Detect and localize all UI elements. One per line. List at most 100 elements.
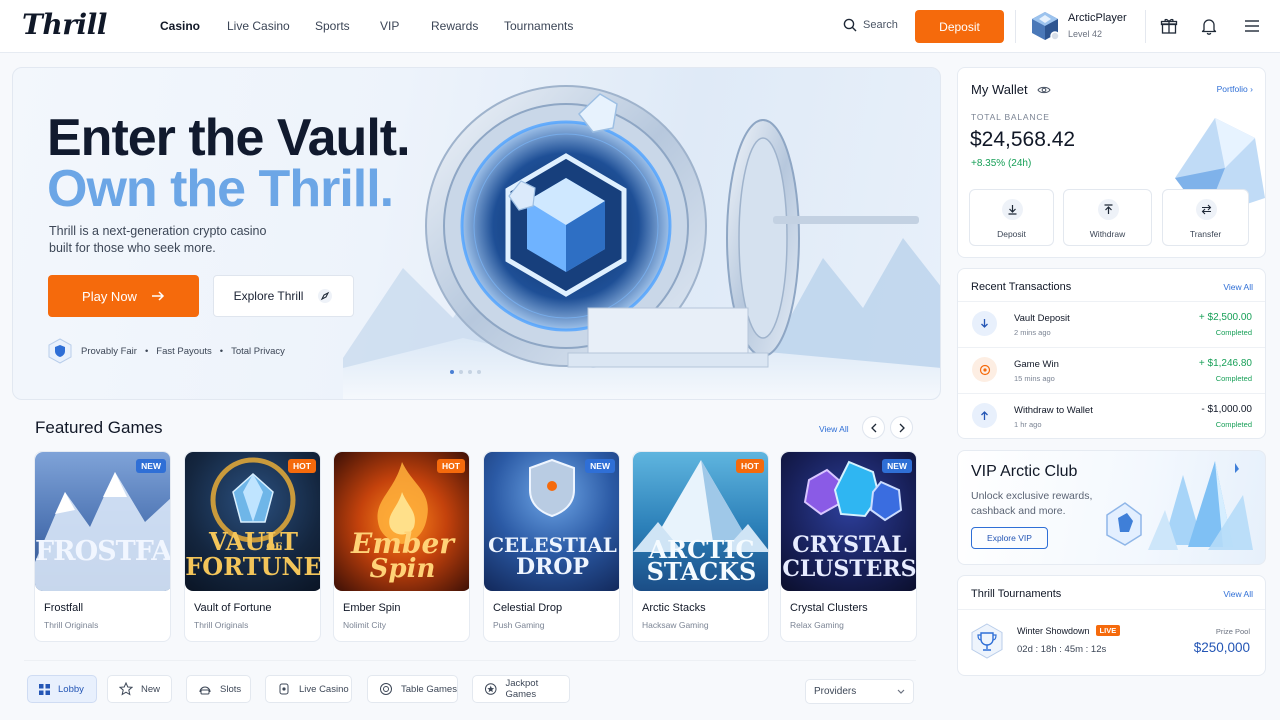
tab-table-games[interactable]: Table Games	[367, 675, 458, 703]
search-button[interactable]: Search	[843, 18, 898, 32]
game-name: Ember Spin	[343, 602, 401, 614]
trust-separator: •	[144, 345, 149, 357]
transaction-row[interactable]: Vault Deposit 2 mins ago + $2,500.00 Com…	[958, 301, 1265, 347]
live-casino-icon	[279, 683, 289, 695]
carousel-prev-button[interactable]	[862, 416, 885, 439]
game-art-subtitle: FORTUNE	[185, 552, 321, 581]
tab-new[interactable]: New	[107, 675, 172, 703]
tab-label: New	[141, 683, 161, 695]
transaction-name: Vault Deposit	[1014, 313, 1070, 324]
transaction-status: Completed	[1215, 328, 1252, 337]
top-header: Thrill Casino Live Casino Sports VIP Rew…	[0, 0, 1280, 53]
tournaments-view-all-link[interactable]: View All	[1223, 589, 1253, 599]
header-deposit-button[interactable]: Deposit	[915, 10, 1004, 43]
transactions-panel: Recent Transactions View All Vault Depos…	[957, 268, 1266, 439]
wallet-deposit-button[interactable]: Deposit	[969, 189, 1054, 246]
transaction-row[interactable]: Withdraw to Wallet 1 hr ago - $1,000.00 …	[958, 393, 1265, 438]
wallet-title: My Wallet	[971, 82, 1051, 97]
wallet-panel: My Wallet Portfolio › TOTAL BALANCE $24,…	[957, 67, 1266, 258]
carousel-dot[interactable]	[477, 370, 481, 374]
game-name: Celestial Drop	[493, 602, 563, 614]
search-label: Search	[863, 19, 898, 31]
vault-illustration	[343, 85, 940, 399]
chip-icon	[380, 683, 392, 695]
game-art-title: CRYSTAL	[792, 532, 907, 558]
transaction-name: Game Win	[1014, 359, 1059, 370]
jackpot-icon	[484, 683, 497, 695]
portfolio-link[interactable]: Portfolio ›	[1217, 84, 1253, 94]
download-icon	[1002, 199, 1023, 220]
nav-vip[interactable]: VIP	[380, 19, 399, 33]
tab-label: Table Games	[401, 683, 457, 695]
menu-icon[interactable]	[1243, 17, 1261, 35]
game-card-arctic-stacks[interactable]: ARCTIC STACKS HOT Arctic Stacks Hacksaw …	[632, 451, 769, 642]
game-card-vault-of-fortune[interactable]: VAULT OF FORTUNE HOT Vault of Fortune Th…	[184, 451, 321, 642]
game-provider: Hacksaw Gaming	[642, 620, 709, 630]
tab-lobby[interactable]: Lobby	[27, 675, 97, 703]
nav-casino[interactable]: Casino	[160, 19, 200, 33]
transaction-status: Completed	[1215, 374, 1252, 383]
transaction-row[interactable]: Game Win 15 mins ago + $1,246.80 Complet…	[958, 347, 1265, 393]
new-badge: NEW	[882, 459, 912, 473]
trust-total-privacy: Total Privacy	[231, 345, 285, 357]
tab-jackpot-games[interactable]: Jackpot Games	[472, 675, 570, 703]
game-card-ember-spin[interactable]: Ember Spin HOT Ember Spin Nolimit City	[333, 451, 470, 642]
arrow-right-icon	[151, 291, 165, 301]
logo[interactable]: Thrill	[22, 8, 107, 41]
wallet-transfer-button[interactable]: Transfer	[1162, 189, 1249, 246]
wallet-withdraw-button[interactable]: Withdraw	[1063, 189, 1152, 246]
transaction-time: 2 mins ago	[1014, 328, 1051, 337]
wallet-action-label: Deposit	[997, 229, 1026, 239]
prize-pool-value: $250,000	[1193, 640, 1250, 655]
ice-crystals-art	[1106, 461, 1253, 550]
carousel-next-button[interactable]	[890, 416, 913, 439]
providers-dropdown[interactable]: Providers	[805, 679, 914, 704]
carousel-dot[interactable]	[450, 370, 454, 374]
game-card-crystal-clusters[interactable]: CRYSTAL CLUSTERS NEW Crystal Clusters Re…	[780, 451, 917, 642]
game-art-subtitle: DROP	[515, 554, 590, 580]
play-now-button[interactable]: Play Now	[48, 275, 199, 317]
username[interactable]: ArcticPlayer	[1068, 12, 1127, 24]
grid-icon	[39, 683, 50, 695]
game-card-celestial-drop[interactable]: CELESTIAL DROP NEW Celestial Drop Push G…	[483, 451, 620, 642]
nav-live-casino[interactable]: Live Casino	[227, 19, 290, 33]
eye-icon[interactable]	[1036, 85, 1051, 95]
featured-games-title: Featured Games	[35, 418, 163, 437]
carousel-dot[interactable]	[459, 370, 463, 374]
game-art-crystal-clusters: CRYSTAL CLUSTERS NEW	[781, 452, 917, 591]
game-name: Arctic Stacks	[642, 602, 706, 614]
trust-fast-payouts: Fast Payouts	[156, 345, 212, 357]
transactions-title: Recent Transactions	[971, 281, 1072, 293]
trust-separator: •	[219, 345, 224, 357]
carousel-dot[interactable]	[468, 370, 472, 374]
explore-vip-button[interactable]: Explore VIP	[971, 527, 1048, 549]
bell-icon[interactable]	[1200, 17, 1218, 35]
nav-tournaments[interactable]: Tournaments	[504, 19, 573, 33]
explore-thrill-button[interactable]: Explore Thrill	[213, 275, 354, 317]
total-balance-label: TOTAL BALANCE	[971, 112, 1050, 122]
trophy-icon	[971, 623, 1003, 659]
game-win-icon	[972, 357, 997, 382]
tab-live-casino[interactable]: Live Casino	[265, 675, 352, 703]
avatar[interactable]	[1030, 11, 1060, 41]
nav-sports[interactable]: Sports	[315, 19, 350, 33]
game-name: Vault of Fortune	[194, 602, 272, 614]
upload-icon	[1098, 199, 1119, 220]
game-provider: Relax Gaming	[790, 620, 844, 630]
game-art-title: CELESTIAL	[488, 533, 617, 557]
explore-thrill-label: Explore Thrill	[233, 289, 304, 303]
tournament-name[interactable]: Winter Showdown LIVE	[1017, 625, 1121, 636]
game-name: Frostfall	[44, 602, 84, 614]
tab-slots[interactable]: Slots	[186, 675, 251, 703]
hot-badge: HOT	[736, 459, 764, 473]
wallet-title-text: My Wallet	[971, 82, 1028, 97]
featured-view-all-link[interactable]: View All	[819, 424, 849, 434]
total-balance-value: $24,568.42	[970, 128, 1076, 151]
game-art-subtitle: CLUSTERS	[782, 556, 917, 582]
nav-rewards[interactable]: Rewards	[431, 19, 478, 33]
transactions-view-all-link[interactable]: View All	[1223, 282, 1253, 292]
divider	[1015, 10, 1016, 43]
gift-icon[interactable]	[1160, 17, 1178, 35]
tab-label: Live Casino	[299, 683, 349, 695]
game-card-frostfall[interactable]: FROSTFALL NEW Frostfall Thrill Originals	[34, 451, 171, 642]
